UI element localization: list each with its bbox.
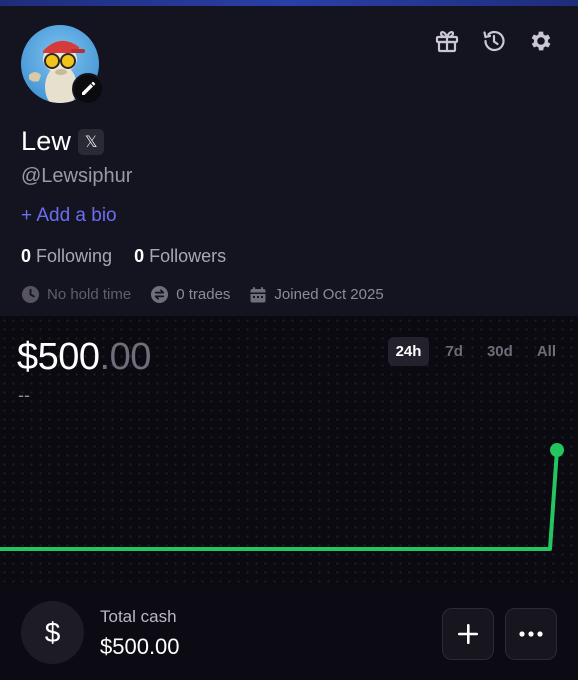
range-tab-30d[interactable]: 30d: [479, 337, 521, 366]
add-cash-button[interactable]: [442, 608, 494, 660]
hold-time-stat: No hold time: [21, 285, 131, 304]
pencil-icon: [82, 81, 96, 95]
balance-whole: $500: [17, 336, 100, 378]
portfolio-series-line: [0, 448, 559, 551]
username-handle: @Lewsiphur: [21, 165, 133, 187]
swap-icon: [151, 285, 169, 304]
following-count-link[interactable]: 0 Following: [21, 246, 112, 267]
add-bio-link[interactable]: + Add a bio: [21, 205, 117, 227]
total-cash-value: $500.00: [100, 634, 180, 659]
edit-avatar-button[interactable]: [72, 73, 104, 105]
followers-count-link[interactable]: 0 Followers: [134, 246, 226, 267]
plus-icon: [458, 624, 478, 644]
settings-icon[interactable]: [528, 28, 554, 54]
range-tab-24h[interactable]: 24h: [387, 337, 430, 366]
dollar-icon: $: [21, 601, 84, 664]
joined-date-stat: Joined Oct 2025: [249, 286, 384, 304]
x-icon[interactable]: 𝕏: [78, 128, 105, 155]
display-name: Lew: [21, 126, 72, 156]
time-range-selector: 24h 7d 30d All: [387, 337, 564, 366]
balance-cents: .00: [99, 336, 152, 378]
calendar-icon: [250, 286, 266, 302]
history-icon[interactable]: [481, 28, 507, 54]
clock-icon: [21, 285, 40, 304]
total-cash-row: $ Total cash $500.00: [0, 586, 578, 680]
total-cash-label: Total cash: [100, 607, 177, 626]
balance-change: --: [18, 385, 30, 405]
more-icon: [519, 631, 543, 637]
range-tab-all[interactable]: All: [529, 337, 564, 366]
profile-header: Lew 𝕏 @Lewsiphur + Add a bio 0 Following …: [0, 6, 578, 316]
portfolio-balance: $500.00: [17, 336, 151, 379]
trades-stat: 0 trades: [150, 285, 230, 304]
gift-icon[interactable]: [434, 28, 460, 54]
more-options-button[interactable]: [505, 608, 557, 660]
range-tab-7d[interactable]: 7d: [437, 337, 471, 366]
avatar[interactable]: [21, 25, 104, 105]
current-value-point: [550, 443, 564, 457]
